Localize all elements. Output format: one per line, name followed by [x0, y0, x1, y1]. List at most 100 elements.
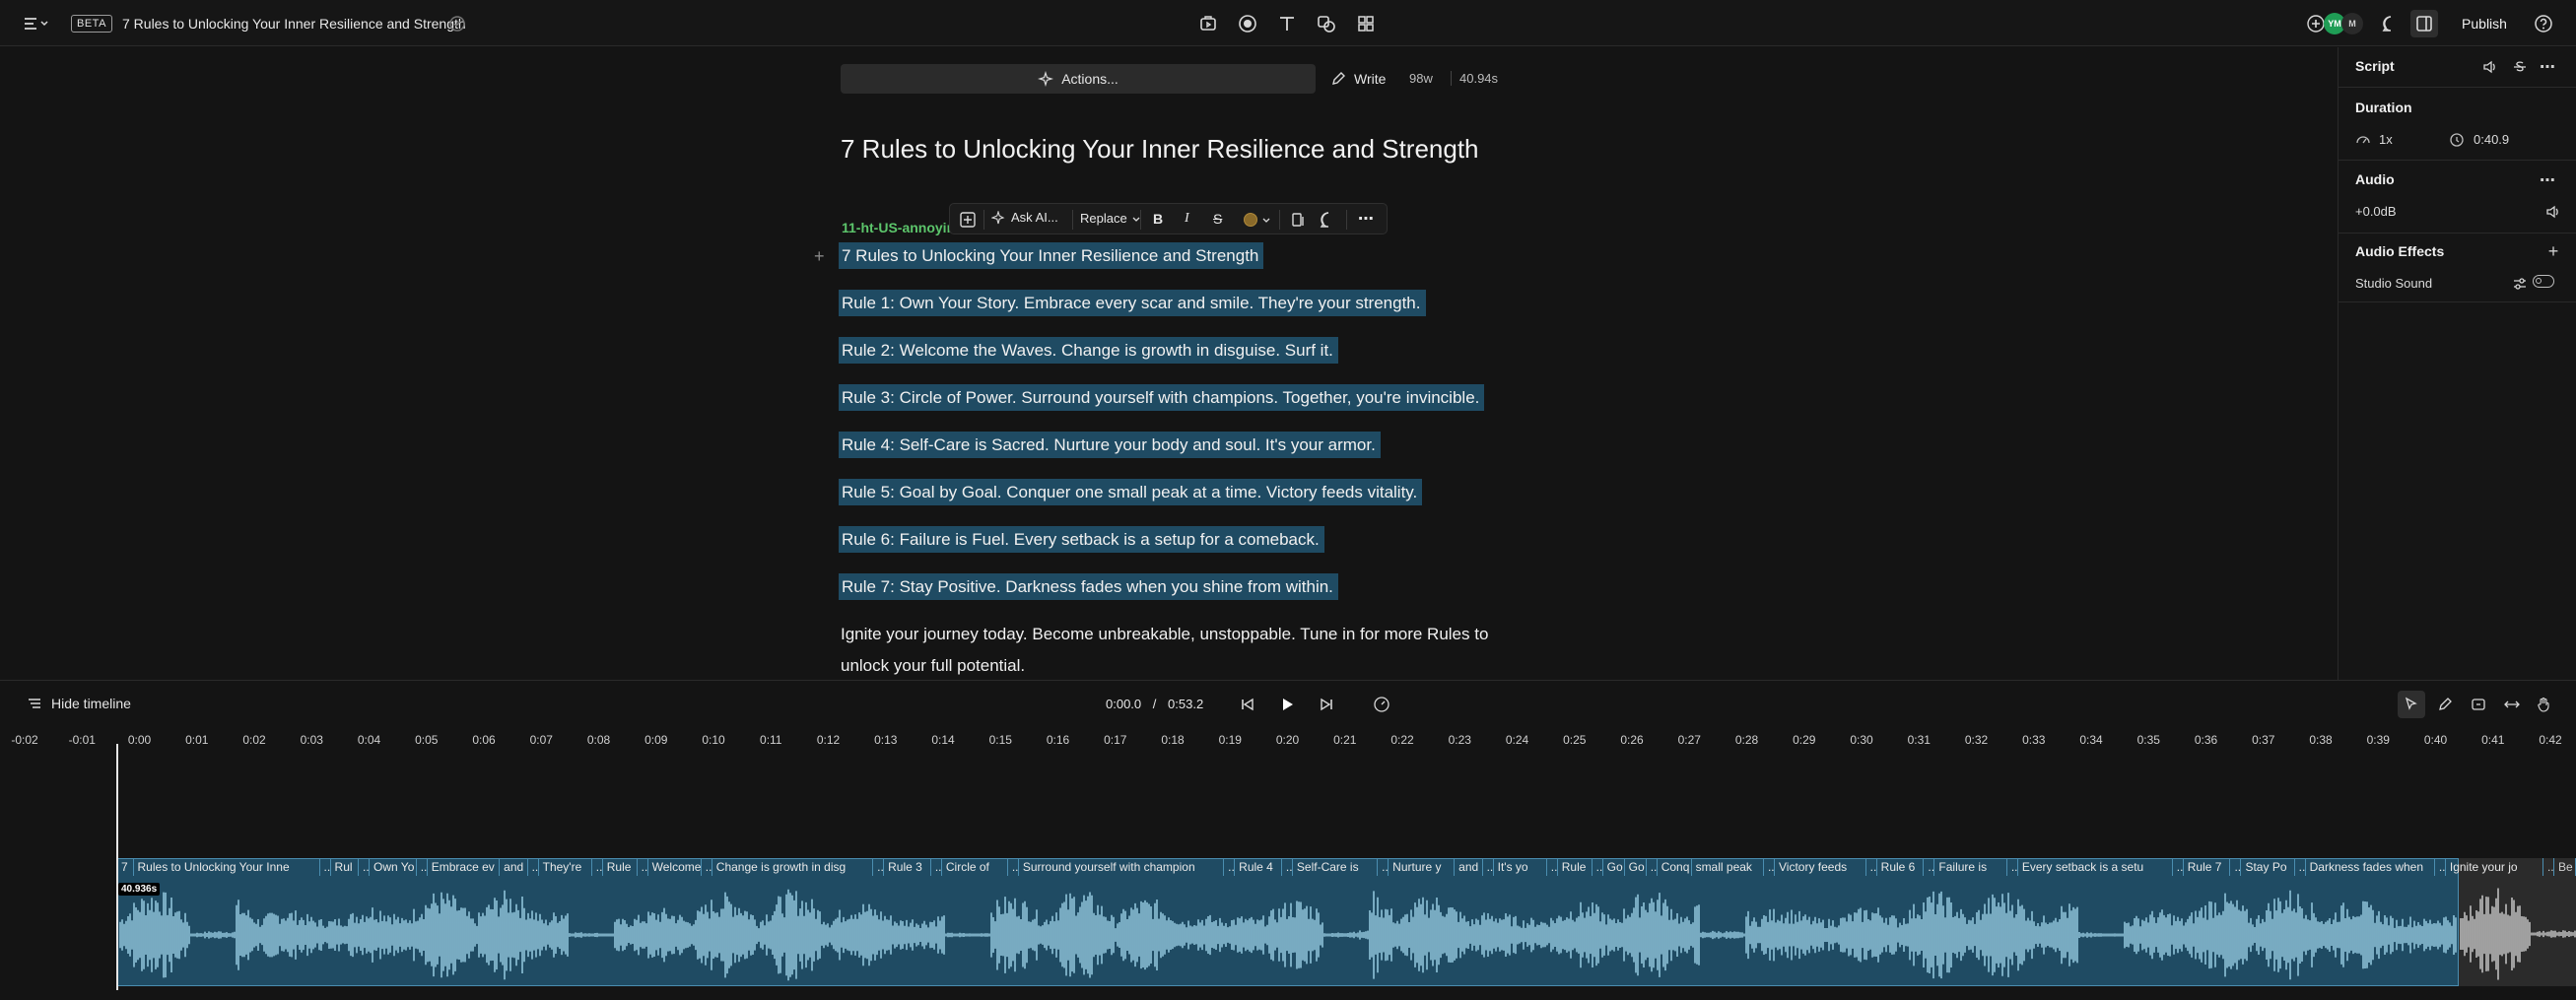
hide-timeline-button[interactable]: Hide timeline	[28, 696, 131, 711]
timeline-word[interactable]: Embrace ev	[428, 858, 501, 876]
audio-track[interactable]: 7Rules to Unlocking Your Inne...Rul...Ow…	[117, 858, 2576, 986]
strikethrough-button[interactable]: S	[1213, 211, 1222, 227]
skip-back-icon[interactable]	[1234, 691, 1261, 718]
timeline-word[interactable]: Self-Care is	[1293, 858, 1379, 876]
timeline-word[interactable]: Change is growth in disg	[712, 858, 874, 876]
timeline-word[interactable]: Rule 3	[884, 858, 931, 876]
more-icon[interactable]: ⋯	[2534, 53, 2561, 81]
timeline-word[interactable]: Go	[1625, 858, 1647, 876]
script-paragraph[interactable]: 7 Rules to Unlocking Your Inner Resilien…	[839, 242, 1264, 269]
timeline-word[interactable]: ...	[2173, 858, 2184, 876]
play-icon[interactable]	[1273, 691, 1301, 718]
color-swatch-icon[interactable]	[1244, 213, 1257, 227]
timeline-word[interactable]: ...	[702, 858, 712, 876]
timeline-word[interactable]: ...	[1924, 858, 1935, 876]
script-paragraph[interactable]: Rule 6: Failure is Fuel. Every setback i…	[839, 526, 1324, 553]
timeline-word[interactable]: ...	[1483, 858, 1494, 876]
script-title[interactable]: 7 Rules to Unlocking Your Inner Resilien…	[841, 134, 1479, 165]
timeline-word[interactable]: ...	[873, 858, 885, 876]
timeline-word[interactable]: Conq	[1658, 858, 1692, 876]
chevron-down-icon[interactable]	[1261, 215, 1271, 225]
timeline-word[interactable]: ...	[1593, 858, 1603, 876]
script-paragraph[interactable]: Ignite your journey today. Become unbrea…	[841, 625, 1488, 644]
expand-horizontal-icon[interactable]	[2498, 691, 2526, 718]
shapes-icon[interactable]	[1313, 10, 1340, 37]
timeline-word[interactable]: ...	[638, 858, 648, 876]
timeline-word[interactable]: Rule	[603, 858, 638, 876]
speaker-label[interactable]: 11-ht-US-annoyin	[842, 220, 955, 235]
timeline-word[interactable]: ...	[359, 858, 370, 876]
timeline-word[interactable]: Go	[1603, 858, 1625, 876]
duration-value[interactable]: 0:40.9	[2474, 132, 2509, 147]
timeline-word[interactable]: ...	[592, 858, 603, 876]
actions-button[interactable]: Actions...	[841, 64, 1316, 94]
strikethrough-icon[interactable]	[2506, 53, 2534, 81]
script-paragraph[interactable]: Rule 5: Goal by Goal. Conquer one small …	[839, 479, 1423, 505]
timeline-word[interactable]: ...	[2543, 858, 2554, 876]
ask-ai-button[interactable]: Ask AI...	[991, 210, 1058, 225]
record-icon[interactable]	[1234, 10, 1261, 37]
timeline-word[interactable]: small peak	[1692, 858, 1764, 876]
menu-icon[interactable]	[20, 10, 55, 37]
timeline-word[interactable]: ...	[1547, 858, 1558, 876]
timeline-word[interactable]: Stay Po	[2241, 858, 2295, 876]
timeline-word[interactable]: Rule 6	[1877, 858, 1925, 876]
write-button[interactable]: Write	[1330, 67, 1386, 91]
playhead[interactable]	[116, 744, 118, 990]
skip-forward-icon[interactable]	[1313, 691, 1340, 718]
timeline-word[interactable]: ...	[1764, 858, 1775, 876]
comment-icon[interactable]	[2377, 10, 2405, 37]
pen-tool-icon[interactable]	[2431, 691, 2459, 718]
hand-tool-icon[interactable]	[2530, 691, 2557, 718]
more-icon[interactable]: ⋯	[2534, 167, 2561, 194]
timeline-word[interactable]: Rules to Unlocking Your Inne	[134, 858, 320, 876]
timeline-word[interactable]: Rul	[331, 858, 359, 876]
timeline-word[interactable]: ...	[1647, 858, 1658, 876]
timeline-word[interactable]: ...	[1866, 858, 1877, 876]
script-paragraph[interactable]: Rule 3: Circle of Power. Surround yourse…	[839, 384, 1485, 411]
script-paragraph[interactable]: Rule 4: Self-Care is Sacred. Nurture you…	[839, 432, 1381, 458]
timeline-word[interactable]: Failure is	[1934, 858, 2007, 876]
document-title[interactable]: 7 Rules to Unlocking Your Inner Resilien…	[122, 16, 466, 32]
timeline-word[interactable]: ...	[1378, 858, 1390, 876]
timeline-word[interactable]: ...	[2295, 858, 2306, 876]
clip-tool-icon[interactable]	[2465, 691, 2492, 718]
more-options-button[interactable]: ⋯	[1358, 209, 1374, 229]
timeline-word[interactable]: ...	[2435, 858, 2446, 876]
script-paragraph[interactable]: Rule 2: Welcome the Waves. Change is gro…	[839, 337, 1338, 364]
comment-icon[interactable]	[1315, 206, 1342, 233]
timeline-word[interactable]: ...	[931, 858, 942, 876]
timeline-word[interactable]: Darkness fades when	[2306, 858, 2435, 876]
replace-dropdown[interactable]: Replace	[1080, 211, 1141, 226]
timeline-word[interactable]: Rule	[1558, 858, 1593, 876]
panel-toggle-icon[interactable]	[2410, 10, 2438, 37]
publish-button[interactable]: Publish	[2451, 12, 2518, 35]
timeline-word[interactable]: It's yo	[1494, 858, 1547, 876]
timeline-word[interactable]: Own Yo	[370, 858, 417, 876]
timeline-word[interactable]: and	[500, 858, 528, 876]
timeline-word[interactable]: 7	[117, 858, 134, 876]
media-icon[interactable]	[1194, 10, 1222, 37]
studio-sound-toggle[interactable]	[2533, 275, 2554, 288]
avatar[interactable]: M	[2341, 13, 2363, 34]
script-paragraph[interactable]: Rule 1: Own Your Story. Embrace every sc…	[839, 290, 1426, 316]
add-effect-icon[interactable]: +	[2540, 237, 2567, 265]
timeline-word[interactable]: Be	[2554, 858, 2576, 876]
audio-clip-unselected[interactable]	[2459, 858, 2576, 986]
speaker-icon[interactable]	[2540, 198, 2567, 226]
insert-icon[interactable]	[954, 206, 982, 233]
text-icon[interactable]	[1273, 10, 1301, 37]
gain-value[interactable]: +0.0dB	[2355, 204, 2397, 219]
help-icon[interactable]	[2530, 10, 2557, 37]
sliders-icon[interactable]	[2506, 270, 2534, 298]
timeline-word[interactable]: ...	[2230, 858, 2242, 876]
speed-value[interactable]: 1x	[2379, 132, 2393, 147]
timeline-word[interactable]: ...	[1224, 858, 1236, 876]
grid-icon[interactable]	[1352, 10, 1380, 37]
clip-icon[interactable]	[1285, 206, 1313, 233]
timeline-word[interactable]: ...	[320, 858, 331, 876]
timeline-word[interactable]: ...	[1008, 858, 1019, 876]
timeline-word[interactable]: ...	[2007, 858, 2018, 876]
timeline-word[interactable]: Surround yourself with champion	[1019, 858, 1225, 876]
timeline-word[interactable]: They're	[539, 858, 592, 876]
